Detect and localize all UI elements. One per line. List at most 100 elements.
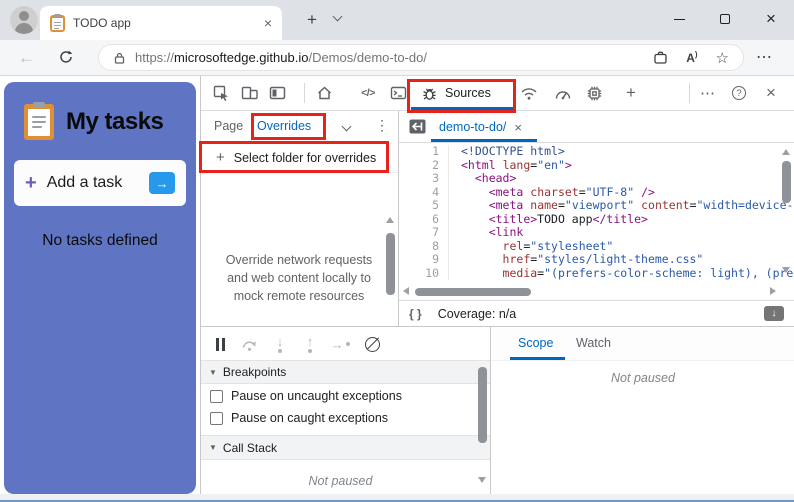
pause-uncaught-checkbox[interactable] — [210, 389, 223, 403]
breakpoints-section-header[interactable]: ▼ Breakpoints — [201, 360, 490, 384]
more-tools-plus-icon[interactable]: + — [619, 81, 643, 105]
plus-icon: + — [25, 171, 37, 194]
browser-tab[interactable]: TODO app × — [40, 6, 282, 40]
tab-welcome-home-icon[interactable] — [312, 81, 336, 105]
tab-list-chevron-icon[interactable] — [332, 11, 343, 22]
scroll-down-icon[interactable] — [782, 267, 790, 273]
browser-menu-icon[interactable]: ⋯ — [756, 47, 773, 67]
window-close-button[interactable]: × — [752, 0, 790, 38]
code-line: 8 rel="stylesheet" — [399, 239, 780, 253]
pretty-print-icon[interactable]: { } — [409, 307, 422, 321]
deactivate-breakpoints-icon[interactable] — [361, 333, 383, 355]
address-bar[interactable]: https://microsoftedge.github.io/Demos/de… — [98, 44, 744, 71]
page-viewport: My tasks + Add a task → No tasks defined — [0, 76, 200, 502]
toolbar-separator — [304, 83, 305, 103]
callstack-section-header[interactable]: ▼ Call Stack — [201, 435, 490, 460]
window-maximize-button[interactable] — [706, 0, 744, 38]
code-line: 4 <meta charset="UTF-8" /> — [399, 185, 780, 199]
debugger-scrollbar[interactable] — [478, 367, 487, 443]
device-emulation-icon[interactable] — [237, 81, 261, 105]
select-folder-button[interactable]: + Select folder for overrides — [201, 143, 398, 173]
close-devtools-icon[interactable]: × — [759, 81, 783, 105]
scroll-left-icon[interactable] — [403, 287, 409, 295]
scope-pane: Scope Watch Not paused — [492, 327, 794, 495]
step-out-icon[interactable]: ↑ — [299, 333, 321, 355]
code-line: 7 <link — [399, 225, 780, 240]
debugger-toolbar: ↓ ↑ → — [201, 327, 490, 360]
pause-uncaught-label: Pause on uncaught exceptions — [231, 389, 402, 403]
profile-avatar-icon[interactable] — [10, 6, 38, 34]
favorite-star-icon[interactable]: ☆ — [716, 49, 729, 67]
window-minimize-button[interactable] — [660, 0, 698, 38]
download-overrides-icon[interactable]: ↓ — [764, 306, 784, 321]
code-line: 3 <head> — [399, 171, 780, 186]
overrides-placeholder-text: Override network requests and web conten… — [225, 253, 373, 303]
scroll-right-icon[interactable] — [770, 287, 776, 295]
pause-caught-checkbox[interactable] — [210, 411, 223, 425]
back-icon[interactable]: ← — [18, 48, 35, 68]
debugger-pane: ↓ ↑ → ▼ Breakpoints Pause on uncaught ex… — [201, 327, 491, 495]
scope-not-paused: Not paused — [611, 371, 675, 385]
tab-sources[interactable]: Sources — [409, 76, 516, 110]
new-tab-button[interactable]: + — [300, 8, 324, 32]
pause-caught-label: Pause on caught exceptions — [231, 411, 389, 425]
browser-window: TODO app × + × ← https://microsoftedge.g… — [0, 0, 794, 502]
toolbar-separator — [689, 83, 690, 103]
scroll-up-icon[interactable] — [386, 217, 394, 223]
todo-logo-icon — [24, 102, 54, 140]
tab-title: TODO app — [73, 16, 131, 30]
maximize-icon — [720, 14, 730, 24]
tab-close-icon[interactable]: × — [264, 16, 272, 30]
sources-sidebar: Page Overrides ⋮ + Select folder for ove… — [201, 111, 399, 357]
breakpoints-header-label: Breakpoints — [222, 365, 287, 379]
sidebar-scrollbar[interactable] — [386, 233, 395, 295]
tab-elements-icon[interactable]: </> — [356, 81, 380, 105]
code-editor[interactable]: 1 <!DOCTYPE html> 2 <html lang="en"> 3 <head… — [399, 143, 794, 300]
tab-console-icon[interactable] — [386, 81, 410, 105]
callstack-not-paused: Not paused — [308, 474, 373, 488]
step-over-icon[interactable] — [239, 333, 261, 355]
editor-vscrollbar[interactable] — [782, 161, 791, 203]
submit-task-button[interactable]: → — [149, 172, 175, 194]
inspect-icon[interactable] — [209, 81, 233, 105]
tab-network-icon[interactable] — [517, 81, 541, 105]
collapse-sidebar-icon[interactable] — [408, 118, 427, 135]
callstack-header-label: Call Stack — [222, 440, 277, 455]
app-install-icon[interactable] — [653, 50, 668, 65]
add-task-button[interactable]: + Add a task → — [14, 160, 186, 206]
tab-watch[interactable]: Watch — [576, 336, 611, 350]
sidebar-menu-kebab-icon[interactable]: ⋮ — [375, 117, 389, 134]
scroll-down-icon[interactable] — [478, 477, 486, 483]
plus-icon: + — [216, 149, 225, 166]
tab-performance-icon[interactable] — [551, 81, 575, 105]
sidebar-more-tabs-chevron-icon[interactable] — [341, 121, 352, 132]
minimize-icon — [673, 18, 685, 20]
tab-scope[interactable]: Scope — [518, 336, 553, 350]
sources-tab-label: Sources — [445, 86, 491, 100]
code-line: 10 media="(prefers-color-scheme: light),… — [399, 266, 793, 280]
file-tab-label: demo-to-do/ — [439, 120, 507, 134]
active-tab-underline — [411, 107, 514, 110]
code-lines: 1 <!DOCTYPE html> 2 <html lang="en"> 3 <head… — [399, 144, 793, 280]
triangle-down-icon: ▼ — [209, 367, 217, 377]
code-line: 2 <html lang="en"> — [399, 158, 780, 172]
window-bottom-edge — [0, 494, 794, 502]
sidebar-tab-overrides[interactable]: Overrides — [257, 119, 311, 133]
scope-watch-tabs: Scope Watch — [492, 327, 794, 361]
dock-side-icon[interactable] — [265, 81, 289, 105]
tab-memory-icon[interactable] — [582, 81, 606, 105]
editor-hscrollbar[interactable] — [415, 288, 531, 296]
file-tab-close-icon[interactable]: × — [514, 121, 522, 134]
pause-script-icon[interactable] — [209, 333, 231, 355]
sidebar-tab-page[interactable]: Page — [214, 119, 243, 133]
scroll-up-icon[interactable] — [782, 149, 790, 155]
reload-icon[interactable] — [58, 49, 74, 65]
code-line: 1 <!DOCTYPE html> — [399, 144, 780, 159]
help-icon[interactable]: ? — [727, 81, 751, 105]
debugger-section: ↓ ↑ → ▼ Breakpoints Pause on uncaught ex… — [201, 326, 794, 495]
customize-devtools-icon[interactable]: ⋯ — [696, 81, 720, 105]
step-icon[interactable]: → — [329, 333, 351, 355]
step-into-icon[interactable]: ↓ — [269, 333, 291, 355]
read-aloud-icon[interactable]: A) — [686, 50, 697, 65]
code-line: 5 <meta name="viewport" content="width=d… — [399, 198, 793, 213]
